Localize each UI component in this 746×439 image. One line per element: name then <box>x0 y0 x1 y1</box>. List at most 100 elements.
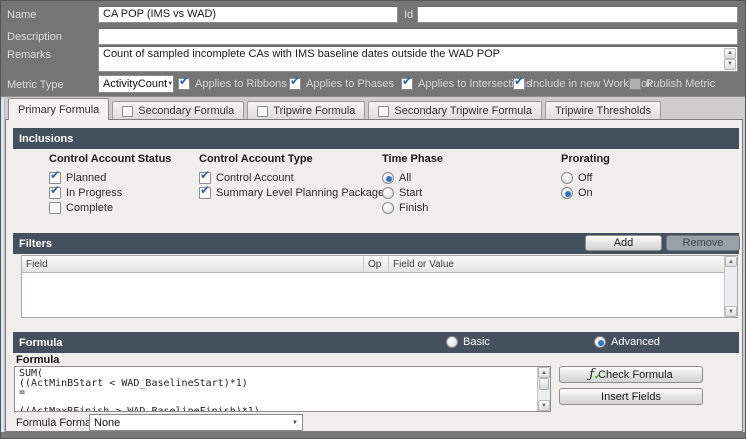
advanced-mode-radio[interactable]: Advanced <box>594 336 660 348</box>
scroll-up-icon[interactable]: ▲ <box>538 367 550 378</box>
checkbox-label: Applies to Ribbons <box>195 78 287 90</box>
checkbox-label: Publish Metric <box>646 78 715 90</box>
filters-table-header: Field Op Field or Value <box>22 256 724 273</box>
group-title: Control Account Status <box>49 153 171 165</box>
check-icon: ✔ <box>200 169 210 181</box>
radio[interactable] <box>561 187 573 199</box>
check-formula-button[interactable]: ƒ✔ Check Formula <box>559 366 703 383</box>
tab-label: Tripwire Formula <box>273 105 355 117</box>
tab-checkbox[interactable]: ✔ <box>378 106 389 117</box>
formula-tabs: Primary Formula ✔ Secondary Formula ✔ Tr… <box>1 98 746 120</box>
formula-format-dropdown[interactable]: None ▼ <box>89 414 303 431</box>
remove-filter-button[interactable]: Remove <box>666 235 740 251</box>
radio[interactable] <box>561 172 573 184</box>
insert-fields-button[interactable]: Insert Fields <box>559 388 703 405</box>
fx-check-icon: ƒ✔ <box>589 370 594 380</box>
remarks-text: Count of sampled incomplete CAs with IMS… <box>103 48 500 60</box>
id-label: Id <box>404 9 413 21</box>
control-account-type-group: Control Account Type ✔ Control Account ✔… <box>199 153 384 200</box>
tab-secondary-tripwire-formula[interactable]: ✔ Secondary Tripwire Formula <box>368 101 542 120</box>
formula-editor-label: Formula <box>16 354 59 366</box>
insert-fields-label: Insert Fields <box>601 391 661 403</box>
scroll-down-icon[interactable]: ▼ <box>725 306 737 317</box>
check-formula-label: Check Formula <box>598 369 673 381</box>
time-phase-start-radio[interactable]: Start <box>382 185 443 200</box>
checkbox[interactable]: ✔ <box>178 78 190 90</box>
tab-checkbox[interactable]: ✔ <box>257 106 268 117</box>
publish-metric-checkbox[interactable]: ✔ Publish Metric <box>629 78 715 90</box>
time-phase-finish-radio[interactable]: Finish <box>382 200 443 215</box>
filters-table[interactable]: Field Op Field or Value ▲ ▼ <box>21 255 738 318</box>
remarks-label: Remarks <box>7 49 51 61</box>
checkbox[interactable]: ✔ <box>199 187 211 199</box>
applies-to-phases-checkbox[interactable]: ✔ Applies to Phases <box>289 78 394 90</box>
check-icon: ✔ <box>50 169 60 181</box>
check-icon: ✔ <box>200 184 210 196</box>
radio[interactable] <box>594 336 606 348</box>
tab-tripwire-formula[interactable]: ✔ Tripwire Formula <box>247 101 365 120</box>
control-account-checkbox[interactable]: ✔ Control Account <box>199 170 384 185</box>
checkbox[interactable]: ✔ <box>289 78 301 90</box>
time-phase-all-radio[interactable]: All <box>382 170 443 185</box>
checkbox[interactable]: ✔ <box>629 78 641 90</box>
summary-level-planning-package-checkbox[interactable]: ✔ Summary Level Planning Package <box>199 185 384 200</box>
window-bottom-edge <box>1 432 746 439</box>
tab-secondary-formula[interactable]: ✔ Secondary Formula <box>112 101 244 120</box>
inclusions-title: Inclusions <box>19 133 73 145</box>
checkbox[interactable]: ✔ <box>49 187 61 199</box>
metric-type-label: Metric Type <box>7 79 64 91</box>
scroll-down-icon[interactable]: ▼ <box>538 400 550 411</box>
check-icon: ✔ <box>514 75 524 87</box>
formula-title: Formula <box>19 337 62 349</box>
remarks-input[interactable]: Count of sampled incomplete CAs with IMS… <box>98 46 738 72</box>
id-input[interactable] <box>417 6 738 23</box>
column-header-op: Op <box>364 256 389 272</box>
checkbox[interactable]: ✔ <box>513 78 525 90</box>
radio[interactable] <box>382 202 394 214</box>
checkbox[interactable]: ✔ <box>49 172 61 184</box>
primary-formula-page: Inclusions Control Account Status ✔ Plan… <box>5 119 743 432</box>
basic-mode-radio[interactable]: Basic <box>446 336 490 348</box>
radio[interactable] <box>382 172 394 184</box>
tab-primary-formula[interactable]: Primary Formula <box>8 98 109 120</box>
tab-tripwire-thresholds[interactable]: Tripwire Thresholds <box>545 101 661 120</box>
metric-type-dropdown[interactable]: ActivityCount ▼ <box>98 75 174 93</box>
chevron-down-icon: ▼ <box>288 415 302 430</box>
group-title: Prorating <box>561 153 610 165</box>
formula-editor[interactable]: SUM( ((ActMinBStart < WAD_BaselineStart)… <box>14 366 551 412</box>
applies-to-ribbons-checkbox[interactable]: ✔ Applies to Ribbons <box>178 78 287 90</box>
radio[interactable] <box>382 187 394 199</box>
tab-label: Secondary Tripwire Formula <box>394 105 532 117</box>
filters-table-scrollbar[interactable]: ▲ ▼ <box>724 256 737 317</box>
prorating-on-radio[interactable]: On <box>561 185 610 200</box>
remarks-scrollbar[interactable]: ▲ ▼ <box>724 48 736 70</box>
radio-dot-icon <box>386 176 392 182</box>
check-icon: ✔ <box>290 75 300 87</box>
in-progress-checkbox[interactable]: ✔ In Progress <box>49 185 171 200</box>
tab-label: Primary Formula <box>18 104 99 116</box>
prorating-off-radio[interactable]: Off <box>561 170 610 185</box>
scrollbar-thumb[interactable] <box>539 378 549 390</box>
add-filter-button[interactable]: Add <box>585 235 662 251</box>
complete-checkbox[interactable]: ✔ Complete <box>49 200 171 215</box>
description-input[interactable] <box>98 28 738 45</box>
tab-checkbox[interactable]: ✔ <box>122 106 133 117</box>
check-icon: ✔ <box>50 184 60 196</box>
formula-format-label: Formula Format <box>16 417 94 429</box>
tab-label: Secondary Formula <box>138 105 234 117</box>
radio[interactable] <box>446 336 458 348</box>
formula-editor-scrollbar[interactable]: ▲ ▼ <box>537 367 550 411</box>
chevron-down-icon: ▼ <box>167 76 173 92</box>
inclusions-header: Inclusions <box>13 128 739 149</box>
scroll-down-icon[interactable]: ▼ <box>724 59 736 70</box>
name-input[interactable]: CA POP (IMS vs WAD) <box>98 6 398 23</box>
checkbox[interactable]: ✔ <box>401 78 413 90</box>
radio-dot-icon <box>598 340 604 346</box>
column-header-field: Field <box>22 256 364 272</box>
checkbox[interactable]: ✔ <box>199 172 211 184</box>
scroll-up-icon[interactable]: ▲ <box>725 256 737 267</box>
metric-type-value: ActivityCount <box>103 78 167 90</box>
planned-checkbox[interactable]: ✔ Planned <box>49 170 171 185</box>
checkbox[interactable]: ✔ <box>49 202 61 214</box>
radio-dot-icon <box>565 191 571 197</box>
